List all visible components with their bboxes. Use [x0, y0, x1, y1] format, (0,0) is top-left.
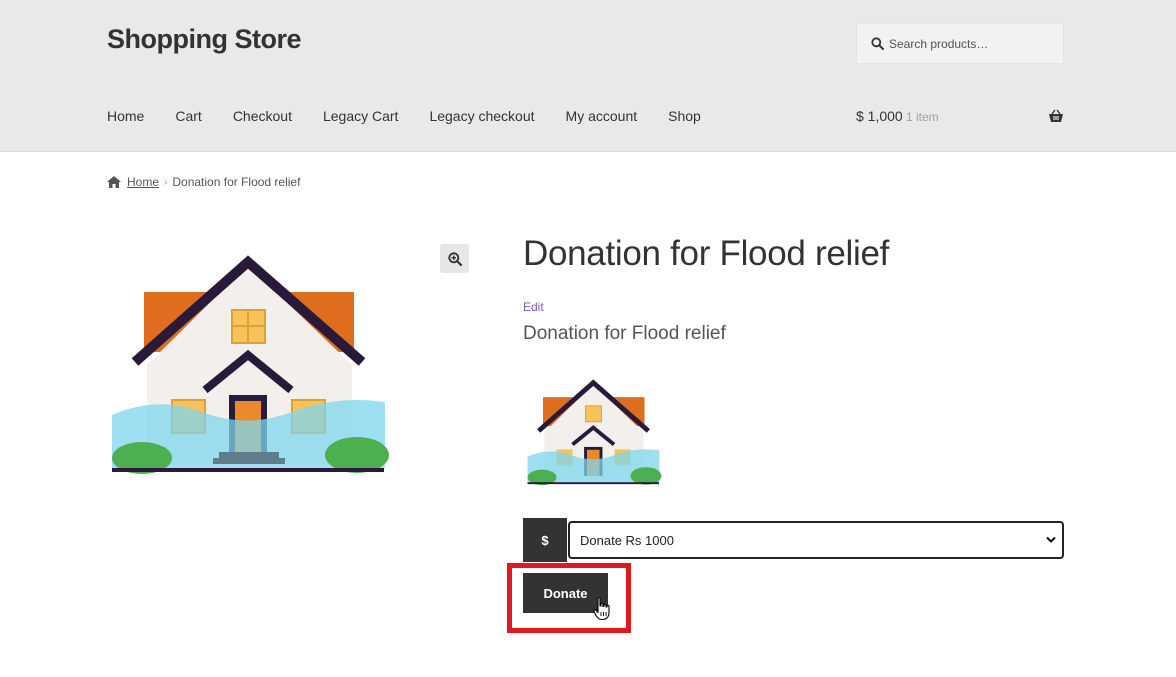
- search-box[interactable]: [856, 23, 1064, 64]
- breadcrumb-current: Donation for Flood relief: [172, 175, 301, 189]
- product-image[interactable]: [107, 240, 392, 480]
- product-short-description: Donation for Flood relief: [523, 323, 726, 344]
- product-title: Donation for Flood relief: [523, 234, 890, 273]
- cart-amount: $ 1,000: [856, 108, 903, 124]
- search-input[interactable]: [889, 34, 1057, 54]
- zoom-button[interactable]: [440, 244, 469, 273]
- breadcrumb-separator: ›: [164, 176, 168, 188]
- nav-legacy-cart[interactable]: Legacy Cart: [323, 108, 398, 124]
- donation-amount-selected: Donate Rs 1000: [580, 532, 674, 548]
- donation-amount-select[interactable]: Donate Rs 1000: [568, 521, 1064, 559]
- breadcrumb: Home › Donation for Flood relief: [107, 175, 300, 189]
- site-header: Shopping Store Home Cart Checkout Legacy…: [0, 0, 1176, 152]
- nav-shop[interactable]: Shop: [668, 108, 701, 124]
- home-icon: [107, 176, 121, 188]
- breadcrumb-home-link[interactable]: Home: [127, 175, 159, 189]
- magnify-plus-icon: [447, 251, 462, 266]
- basket-icon: [1049, 109, 1063, 122]
- cart-count: 1 item: [906, 110, 939, 124]
- header-cart[interactable]: $ 1,000 1 item: [856, 108, 1064, 128]
- currency-symbol: $: [523, 518, 567, 562]
- nav-legacy-checkout[interactable]: Legacy checkout: [429, 108, 534, 124]
- site-title[interactable]: Shopping Store: [107, 24, 301, 55]
- description-image: [527, 379, 662, 486]
- search-icon: [871, 37, 884, 50]
- edit-link[interactable]: Edit: [523, 300, 544, 314]
- hand-cursor-icon: [593, 597, 610, 621]
- nav-checkout[interactable]: Checkout: [233, 108, 292, 124]
- donation-amount-row: $ Donate Rs 1000: [523, 518, 1064, 562]
- nav-cart[interactable]: Cart: [175, 108, 201, 124]
- nav-my-account[interactable]: My account: [566, 108, 638, 124]
- nav-home[interactable]: Home: [107, 108, 144, 124]
- chevron-down-icon: [1046, 536, 1056, 543]
- primary-nav: Home Cart Checkout Legacy Cart Legacy ch…: [107, 108, 732, 124]
